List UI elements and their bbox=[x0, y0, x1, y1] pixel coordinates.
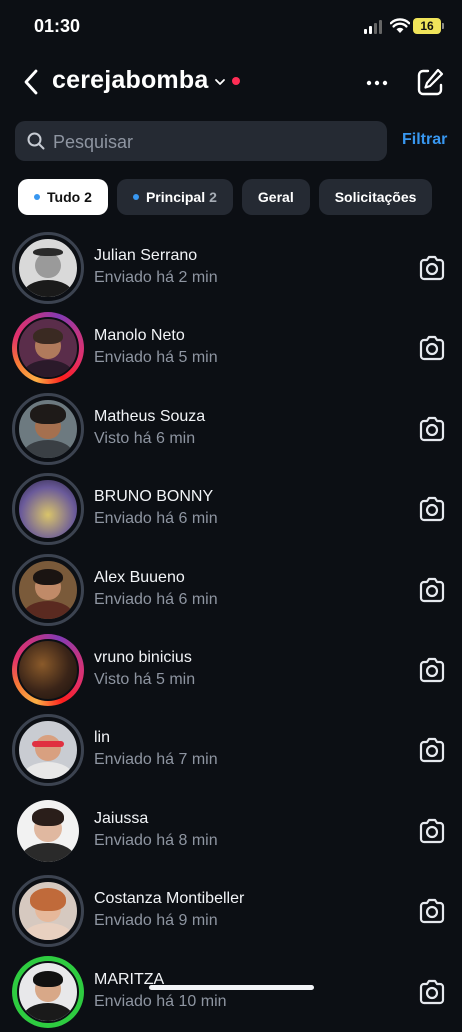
conversation-name: Manolo Neto bbox=[94, 327, 185, 345]
conversation-row[interactable]: MARITZA Enviado há 10 min bbox=[0, 952, 462, 1032]
search-input[interactable] bbox=[51, 121, 375, 163]
chip-count: 2 bbox=[84, 189, 92, 205]
avatar[interactable] bbox=[17, 237, 79, 299]
header: cerejabomba bbox=[0, 58, 462, 108]
search-icon bbox=[27, 132, 45, 150]
conversation-row[interactable]: vruno binicius Visto há 5 min bbox=[0, 630, 462, 710]
story-ring bbox=[12, 553, 84, 626]
chevron-down-icon bbox=[215, 78, 226, 85]
unread-dot-icon bbox=[132, 194, 139, 200]
conversation-status: Enviado há 10 min bbox=[94, 992, 227, 1010]
conversation-status: Enviado há 6 min bbox=[94, 590, 218, 608]
wifi-icon bbox=[390, 18, 410, 33]
page-title: cerejabomba bbox=[52, 66, 209, 94]
conversation-name: Julian Serrano bbox=[94, 247, 198, 264]
filter-chips: Tudo 2 Principal 2 Geral Solicitações bbox=[18, 179, 433, 215]
conversation-name: BRUNO BONNY bbox=[94, 488, 214, 506]
ellipsis-icon[interactable] bbox=[364, 70, 390, 96]
camera-icon[interactable] bbox=[418, 979, 446, 1005]
status-bar: 01:30 16 bbox=[0, 0, 462, 56]
unread-dot-icon bbox=[34, 194, 40, 200]
story-ring bbox=[12, 795, 84, 867]
avatar[interactable] bbox=[17, 397, 79, 460]
conversation-status: Enviado há 6 min bbox=[94, 510, 218, 528]
conversation-status: Enviado há 5 min bbox=[94, 349, 218, 367]
story-ring bbox=[12, 714, 84, 787]
conversation-row[interactable]: lin Enviado há 7 min bbox=[0, 710, 462, 790]
chip-label: Geral bbox=[257, 189, 294, 205]
avatar[interactable] bbox=[17, 719, 79, 782]
conversation-row[interactable]: Alex Buueno Enviado há 6 min bbox=[0, 550, 462, 630]
conversation-name: Jaiussa bbox=[94, 809, 149, 827]
camera-icon[interactable] bbox=[418, 255, 446, 281]
battery-icon: 16 bbox=[413, 18, 444, 34]
chip-label: Solicitações bbox=[334, 189, 417, 205]
chip-label: Tudo bbox=[47, 189, 81, 205]
conversation-row[interactable]: Matheus Souza Visto há 6 min bbox=[0, 389, 462, 469]
avatar[interactable] bbox=[17, 880, 79, 943]
avatar[interactable] bbox=[17, 558, 79, 621]
camera-icon[interactable] bbox=[418, 577, 446, 603]
conversation-row[interactable]: Jaiussa Enviado há 8 min bbox=[0, 791, 462, 871]
camera-icon[interactable] bbox=[418, 657, 446, 683]
conversation-status: Visto há 6 min bbox=[94, 429, 196, 447]
avatar[interactable] bbox=[17, 638, 79, 701]
story-ring bbox=[12, 473, 84, 546]
account-switcher[interactable]: cerejabomba bbox=[52, 66, 241, 95]
chip-count: 2 bbox=[209, 189, 217, 205]
chip-tudo[interactable]: Tudo 2 bbox=[18, 179, 108, 215]
camera-icon[interactable] bbox=[418, 737, 446, 763]
chip-principal[interactable]: Principal 2 bbox=[116, 179, 233, 215]
conversation-name: Alex Buueno bbox=[94, 568, 185, 586]
conversation-name: Costanza Montibeller bbox=[94, 890, 245, 908]
story-ring bbox=[12, 875, 84, 948]
story-ring bbox=[12, 392, 84, 465]
story-ring bbox=[12, 955, 84, 1028]
home-indicator[interactable] bbox=[149, 985, 314, 990]
chip-label: Principal bbox=[145, 189, 206, 205]
chip-solicitacoes[interactable]: Solicitações bbox=[318, 179, 433, 215]
status-time: 01:30 bbox=[34, 16, 81, 36]
chevron-left-icon[interactable] bbox=[20, 68, 44, 96]
conversation-status: Enviado há 7 min bbox=[94, 751, 218, 769]
conversation-status: Enviado há 9 min bbox=[94, 912, 218, 930]
notification-dot bbox=[232, 76, 241, 85]
cellular-signal-icon bbox=[364, 20, 384, 34]
conversation-row[interactable]: Manolo Neto Enviado há 5 min bbox=[0, 308, 462, 388]
chip-geral[interactable]: Geral bbox=[241, 179, 310, 215]
conversation-name: Matheus Souza bbox=[94, 407, 206, 425]
conversation-status: Enviado há 8 min bbox=[94, 831, 218, 849]
conversation-status: Enviado há 2 min bbox=[94, 269, 218, 286]
conversation-name: vruno binicius bbox=[94, 648, 192, 666]
conversation-status: Visto há 5 min bbox=[94, 670, 196, 688]
story-ring bbox=[12, 312, 84, 385]
camera-icon[interactable] bbox=[418, 416, 446, 442]
story-ring bbox=[12, 232, 84, 304]
avatar[interactable] bbox=[17, 478, 79, 541]
avatar[interactable] bbox=[17, 960, 79, 1023]
compose-icon[interactable] bbox=[416, 67, 444, 97]
story-ring bbox=[12, 633, 84, 706]
camera-icon[interactable] bbox=[418, 496, 446, 522]
avatar[interactable] bbox=[17, 799, 79, 862]
camera-icon[interactable] bbox=[418, 818, 446, 844]
camera-icon[interactable] bbox=[418, 898, 446, 924]
conversation-row[interactable]: Julian Serrano Enviado há 2 min bbox=[0, 228, 462, 308]
camera-icon[interactable] bbox=[418, 335, 446, 361]
avatar[interactable] bbox=[17, 317, 79, 380]
conversation-list: Julian Serrano Enviado há 2 min Manolo N… bbox=[0, 228, 462, 1032]
conversation-row[interactable]: BRUNO BONNY Enviado há 6 min bbox=[0, 469, 462, 549]
search-bar bbox=[15, 121, 387, 163]
conversation-row[interactable]: Costanza Montibeller Enviado há 9 min bbox=[0, 871, 462, 951]
conversation-name: lin bbox=[94, 729, 111, 747]
filter-button[interactable]: Filtrar bbox=[402, 131, 447, 149]
